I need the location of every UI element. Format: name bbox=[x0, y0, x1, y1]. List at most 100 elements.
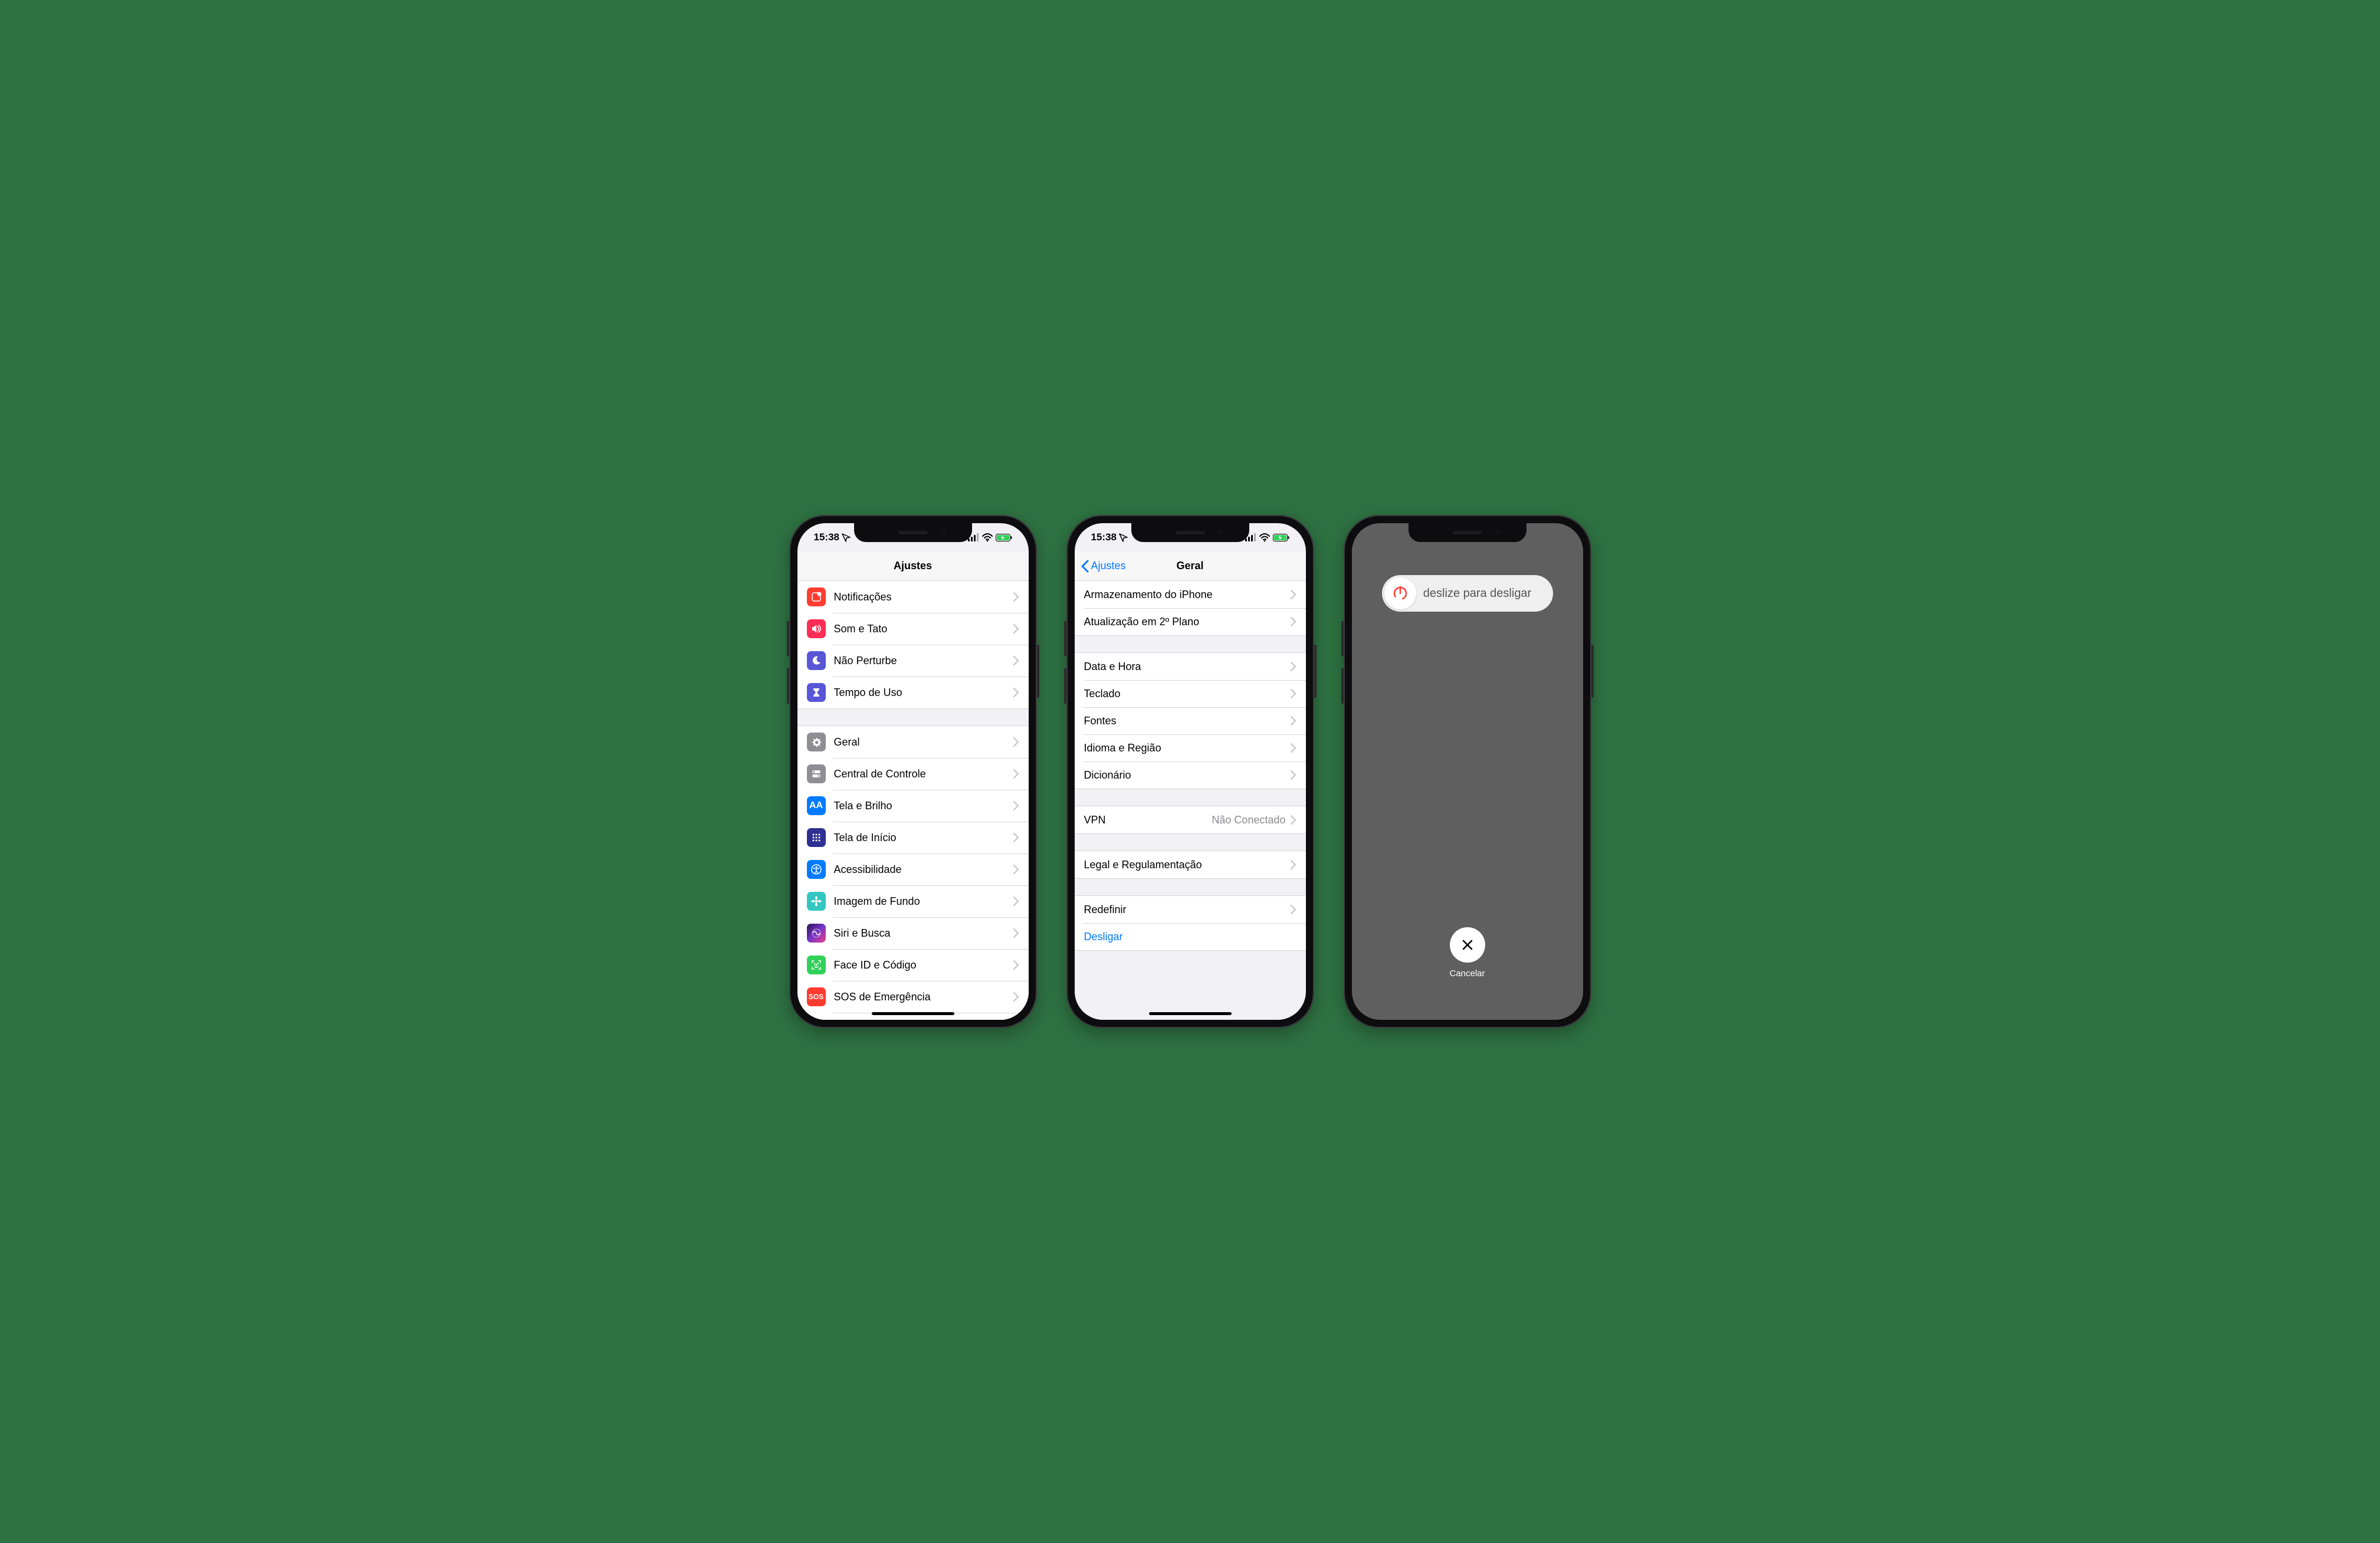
status-time: 15:38 bbox=[814, 531, 839, 543]
exposure-icon bbox=[807, 1019, 826, 1020]
row-label: Som e Tato bbox=[834, 623, 1013, 635]
chevron-icon bbox=[1013, 833, 1019, 842]
chevron-icon bbox=[1013, 928, 1019, 938]
row-notifications[interactable]: Notificações bbox=[797, 581, 1029, 613]
location-icon bbox=[842, 533, 851, 542]
chevron-icon bbox=[1291, 716, 1296, 725]
phone-general: 15:38 Ajustes Geral Armazenamento do iPh… bbox=[1066, 515, 1314, 1028]
home-indicator[interactable] bbox=[1149, 1012, 1232, 1015]
notifications-icon bbox=[807, 587, 826, 606]
row-reset[interactable]: Redefinir bbox=[1075, 896, 1306, 923]
slider-knob[interactable] bbox=[1384, 577, 1416, 609]
nav-bar: Ajustes Geral bbox=[1075, 551, 1306, 581]
power-icon bbox=[1392, 585, 1409, 602]
power-off-slider[interactable]: deslize para desligar bbox=[1382, 575, 1553, 612]
phone-poweroff: deslize para desligar Cancelar bbox=[1344, 515, 1591, 1028]
row-label: Dicionário bbox=[1084, 769, 1291, 782]
row-home-screen[interactable]: Tela de Início bbox=[797, 822, 1029, 853]
row-label: VPN bbox=[1084, 814, 1212, 826]
page-title: Geral bbox=[1176, 560, 1203, 572]
row-label: Face ID e Código bbox=[834, 959, 1013, 971]
row-label: Acessibilidade bbox=[834, 864, 1013, 876]
row-language-region[interactable]: Idioma e Região bbox=[1075, 734, 1306, 761]
toggles-icon bbox=[807, 764, 826, 783]
sos-icon: SOS bbox=[807, 987, 826, 1006]
chevron-icon bbox=[1013, 865, 1019, 874]
row-label: Atualização em 2º Plano bbox=[1084, 616, 1291, 628]
row-legal[interactable]: Legal e Regulamentação bbox=[1075, 851, 1306, 878]
row-detail: Não Conectado bbox=[1212, 814, 1285, 826]
row-control-center[interactable]: Central de Controle bbox=[797, 758, 1029, 790]
slider-text: deslize para desligar bbox=[1416, 587, 1551, 600]
chevron-icon bbox=[1291, 689, 1296, 698]
row-label: Imagem de Fundo bbox=[834, 895, 1013, 908]
row-keyboard[interactable]: Teclado bbox=[1075, 680, 1306, 707]
home-indicator[interactable] bbox=[872, 1012, 954, 1015]
row-wallpaper[interactable]: Imagem de Fundo bbox=[797, 885, 1029, 917]
chevron-icon bbox=[1013, 897, 1019, 906]
row-label: Legal e Regulamentação bbox=[1084, 859, 1291, 871]
row-screentime[interactable]: Tempo de Uso bbox=[797, 677, 1029, 708]
row-label: Fontes bbox=[1084, 715, 1291, 727]
row-label: Armazenamento do iPhone bbox=[1084, 589, 1291, 601]
back-chevron-icon bbox=[1081, 560, 1089, 573]
back-label: Ajustes bbox=[1091, 560, 1126, 572]
row-faceid[interactable]: Face ID e Código bbox=[797, 949, 1029, 981]
chevron-icon bbox=[1013, 960, 1019, 970]
chevron-icon bbox=[1291, 743, 1296, 753]
cancel-circle[interactable] bbox=[1450, 927, 1485, 963]
notch bbox=[1131, 523, 1249, 542]
row-background-refresh[interactable]: Atualização em 2º Plano bbox=[1075, 608, 1306, 635]
page-title: Ajustes bbox=[894, 560, 932, 572]
chevron-icon bbox=[1013, 769, 1019, 779]
sound-icon bbox=[807, 619, 826, 638]
battery-icon bbox=[1273, 534, 1289, 541]
notch bbox=[854, 523, 972, 542]
row-vpn[interactable]: VPN Não Conectado bbox=[1075, 806, 1306, 833]
chevron-icon bbox=[1013, 801, 1019, 810]
moon-icon bbox=[807, 651, 826, 670]
row-datetime[interactable]: Data e Hora bbox=[1075, 653, 1306, 680]
row-label: Não Perturbe bbox=[834, 655, 1013, 667]
flower-icon bbox=[807, 892, 826, 911]
chevron-icon bbox=[1291, 905, 1296, 914]
row-label: Desligar bbox=[1084, 931, 1296, 943]
row-dnd[interactable]: Não Perturbe bbox=[797, 645, 1029, 677]
chevron-icon bbox=[1291, 617, 1296, 626]
grid-icon bbox=[807, 828, 826, 847]
row-label: Geral bbox=[834, 736, 1013, 748]
chevron-icon bbox=[1013, 656, 1019, 665]
cancel-button[interactable]: Cancelar bbox=[1449, 927, 1485, 979]
row-dictionary[interactable]: Dicionário bbox=[1075, 761, 1306, 789]
cancel-label: Cancelar bbox=[1449, 969, 1485, 979]
chevron-icon bbox=[1013, 737, 1019, 747]
back-button[interactable]: Ajustes bbox=[1081, 560, 1126, 573]
row-sos[interactable]: SOS SOS de Emergência bbox=[797, 981, 1029, 1013]
row-sounds[interactable]: Som e Tato bbox=[797, 613, 1029, 645]
row-storage[interactable]: Armazenamento do iPhone bbox=[1075, 581, 1306, 608]
row-accessibility[interactable]: Acessibilidade bbox=[797, 853, 1029, 885]
row-general[interactable]: Geral bbox=[797, 726, 1029, 758]
chevron-icon bbox=[1291, 590, 1296, 599]
siri-icon bbox=[807, 924, 826, 943]
wifi-icon bbox=[1259, 533, 1270, 542]
row-siri[interactable]: Siri e Busca bbox=[797, 917, 1029, 949]
notch bbox=[1409, 523, 1527, 542]
gear-icon bbox=[807, 733, 826, 751]
chevron-icon bbox=[1013, 624, 1019, 633]
wifi-icon bbox=[982, 533, 993, 542]
row-label: SOS de Emergência bbox=[834, 991, 1013, 1003]
status-time: 15:38 bbox=[1091, 531, 1117, 543]
row-label: Teclado bbox=[1084, 688, 1291, 700]
row-fonts[interactable]: Fontes bbox=[1075, 707, 1306, 734]
row-display[interactable]: AA Tela e Brilho bbox=[797, 790, 1029, 822]
row-label: Tela e Brilho bbox=[834, 800, 1013, 812]
chevron-icon bbox=[1291, 860, 1296, 869]
row-label: Data e Hora bbox=[1084, 661, 1291, 673]
row-label: Redefinir bbox=[1084, 904, 1291, 916]
chevron-icon bbox=[1013, 992, 1019, 1002]
row-label: Siri e Busca bbox=[834, 927, 1013, 940]
row-shutdown[interactable]: Desligar bbox=[1075, 923, 1306, 950]
row-label: Tempo de Uso bbox=[834, 687, 1013, 699]
location-icon bbox=[1119, 533, 1128, 542]
